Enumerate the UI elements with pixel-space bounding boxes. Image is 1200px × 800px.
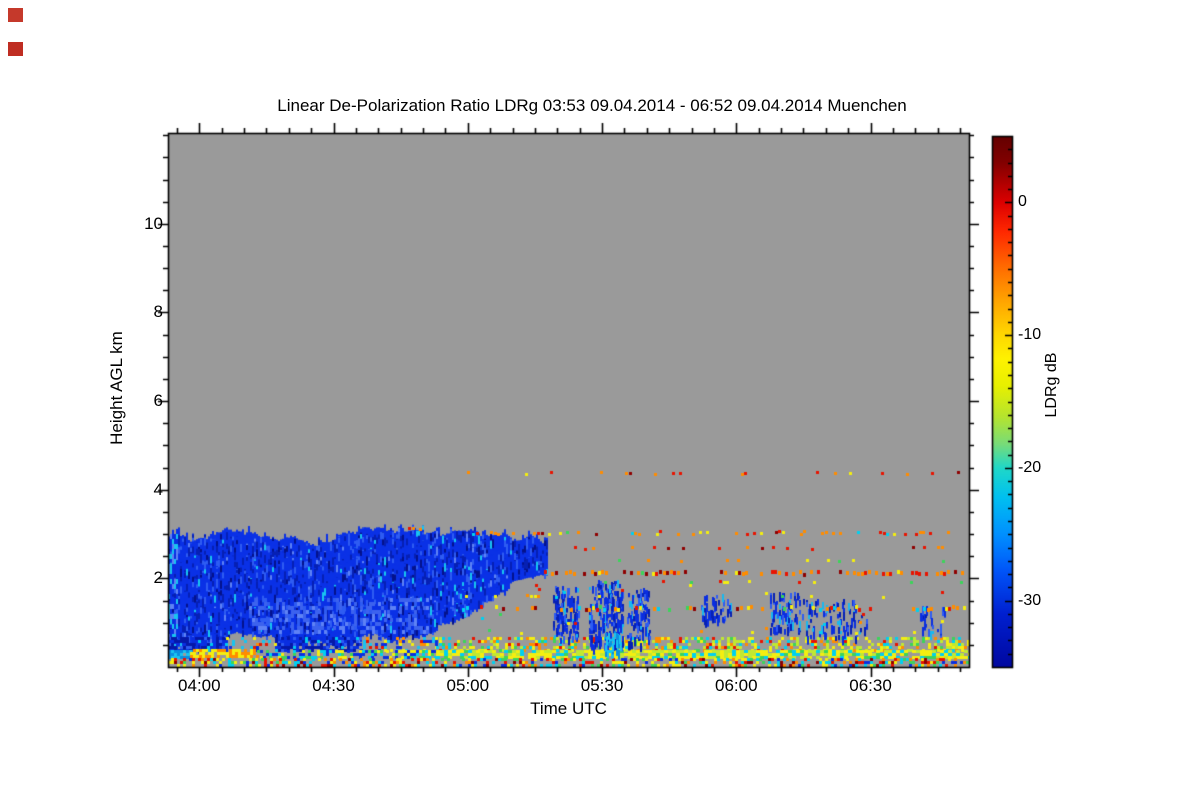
- colorbar-label: LDRg dB: [1043, 352, 1060, 418]
- x-tick-label: 05:00: [446, 676, 490, 695]
- colorbar-tick-label: 0: [1018, 193, 1027, 211]
- chart-title: Linear De-Polarization Ratio LDRg 03:53 …: [277, 96, 907, 115]
- colorbar-tick-label: -20: [1018, 458, 1042, 476]
- y-tick-label: 10: [144, 213, 163, 233]
- x-tick-label: 06:00: [715, 676, 758, 695]
- x-tick-label: 04:00: [178, 676, 221, 695]
- x-axis-label: Time UTC: [530, 699, 607, 718]
- y-tick-label: 4: [153, 479, 163, 499]
- x-tick-label: 04:30: [312, 676, 355, 695]
- colorbar-tick-label: -10: [1018, 326, 1042, 344]
- ldr-quicklook-figure: Linear De-Polarization Ratio LDRg 03:53 …: [0, 0, 1200, 800]
- y-tick-label: 2: [153, 568, 163, 588]
- y-axis-label: Height AGL km: [107, 331, 126, 445]
- colorbar-tick-label: -30: [1018, 591, 1042, 609]
- y-tick-label: 8: [153, 302, 163, 322]
- x-tick-label: 06:30: [849, 676, 892, 695]
- x-tick-label: 05:30: [580, 676, 624, 695]
- y-tick-label: 6: [153, 391, 163, 411]
